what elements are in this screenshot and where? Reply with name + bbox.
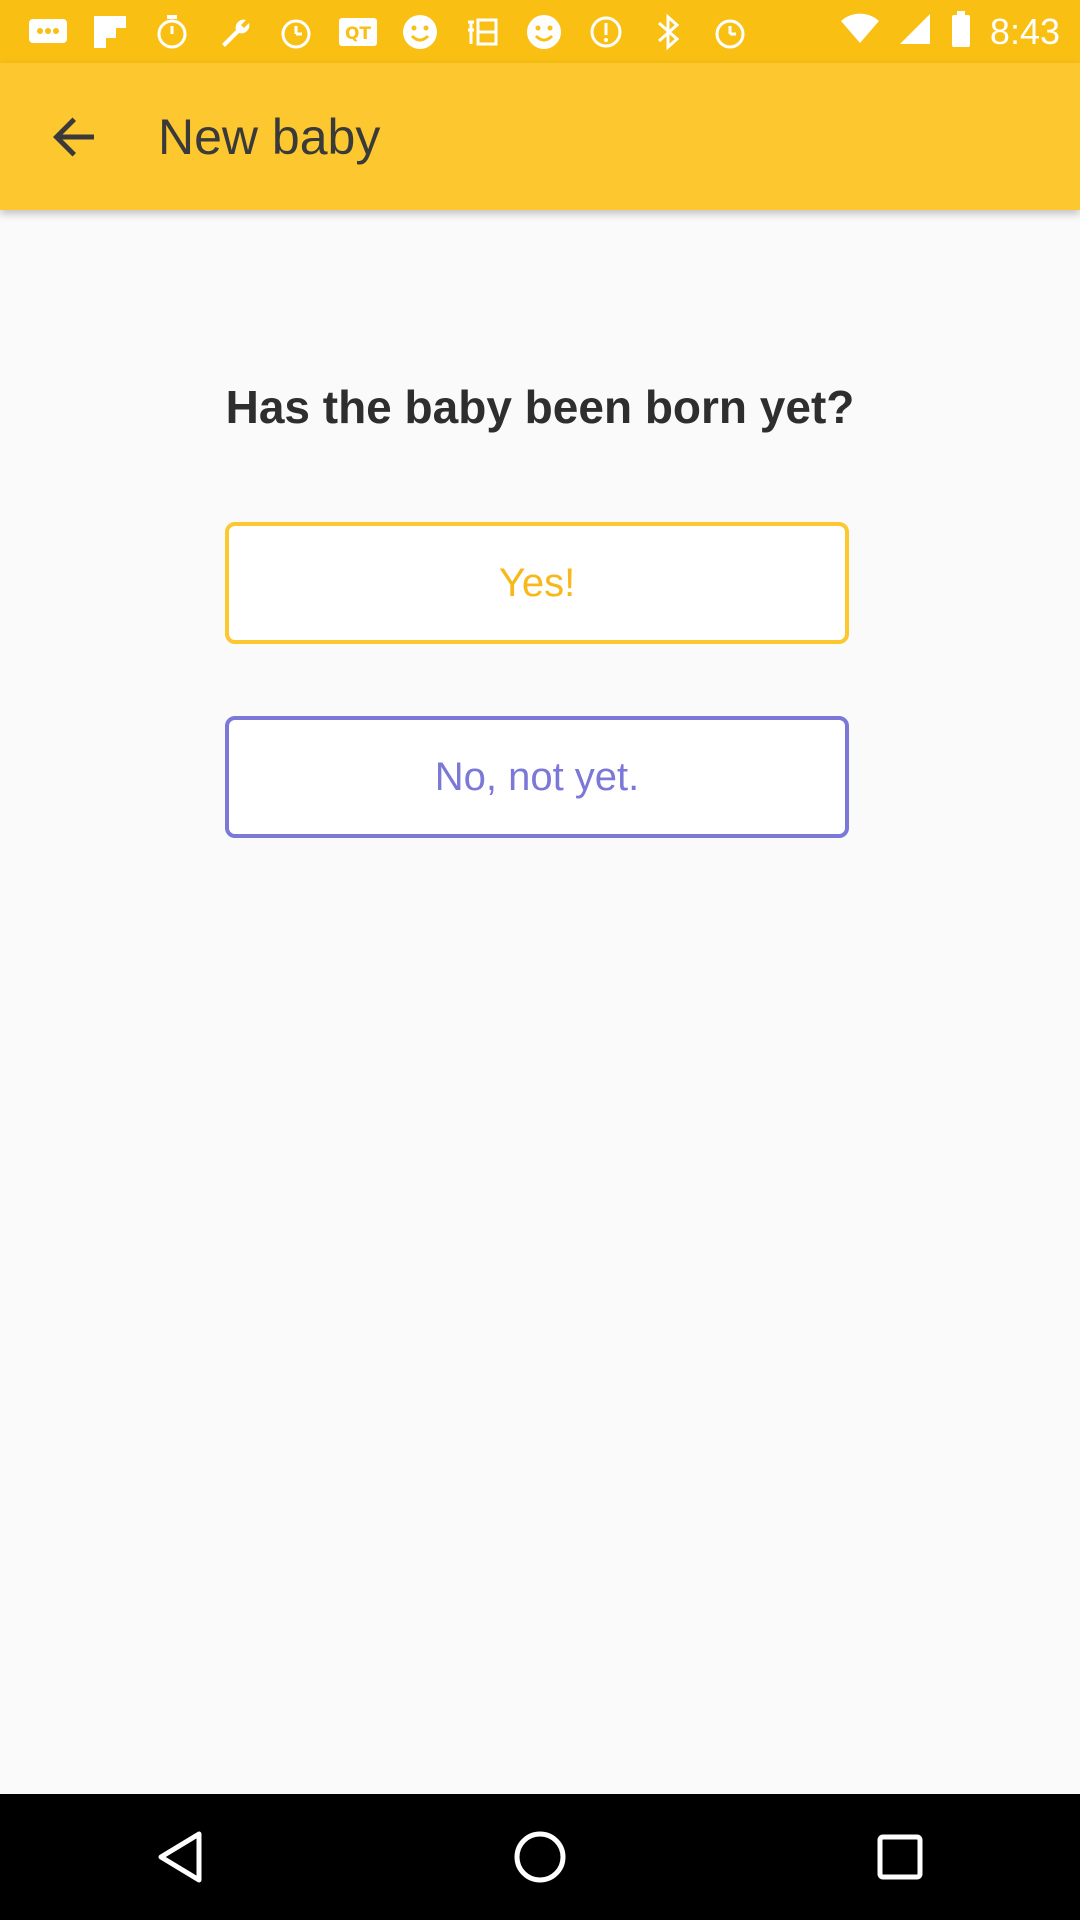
home-icon — [514, 1831, 566, 1883]
smiley-icon — [522, 10, 566, 54]
status-bar: QT 8:43 — [0, 0, 1080, 63]
app-bar: New baby — [0, 63, 1080, 210]
alarm-icon — [274, 10, 318, 54]
svg-text:QT: QT — [345, 24, 371, 44]
bluetooth-icon — [646, 10, 690, 54]
main-content: Has the baby been born yet? Yes! No, not… — [0, 210, 1080, 1794]
no-button[interactable]: No, not yet. — [225, 716, 849, 838]
back-button[interactable] — [26, 89, 122, 185]
wifi-icon — [840, 13, 880, 50]
message-icon — [26, 10, 70, 54]
battery-icon — [950, 10, 972, 53]
page-title: New baby — [158, 108, 381, 165]
alarm-icon — [584, 10, 628, 54]
navigation-bar — [0, 1794, 1080, 1920]
taobao-icon — [460, 10, 504, 54]
wrench-icon — [212, 10, 256, 54]
status-right: 8:43 — [840, 0, 1060, 63]
yes-button-label: Yes! — [498, 560, 576, 605]
qt-icon: QT — [336, 10, 380, 54]
timer-icon — [150, 10, 194, 54]
recents-icon — [877, 1834, 923, 1880]
nav-recents-button[interactable] — [840, 1797, 960, 1917]
nav-back-button[interactable] — [120, 1797, 240, 1917]
alarm-icon — [708, 10, 752, 54]
arrow-left-icon — [53, 117, 94, 156]
nav-home-button[interactable] — [480, 1797, 600, 1917]
no-button-label: No, not yet. — [434, 754, 640, 799]
smiley-icon — [398, 10, 442, 54]
flipboard-icon — [88, 10, 132, 54]
back-icon — [158, 1831, 202, 1883]
question-text: Has the baby been born yet? — [225, 381, 855, 433]
status-time: 8:43 — [989, 10, 1060, 52]
signal-icon — [898, 12, 932, 51]
yes-button[interactable]: Yes! — [225, 522, 849, 644]
status-icons: QT — [26, 10, 752, 54]
